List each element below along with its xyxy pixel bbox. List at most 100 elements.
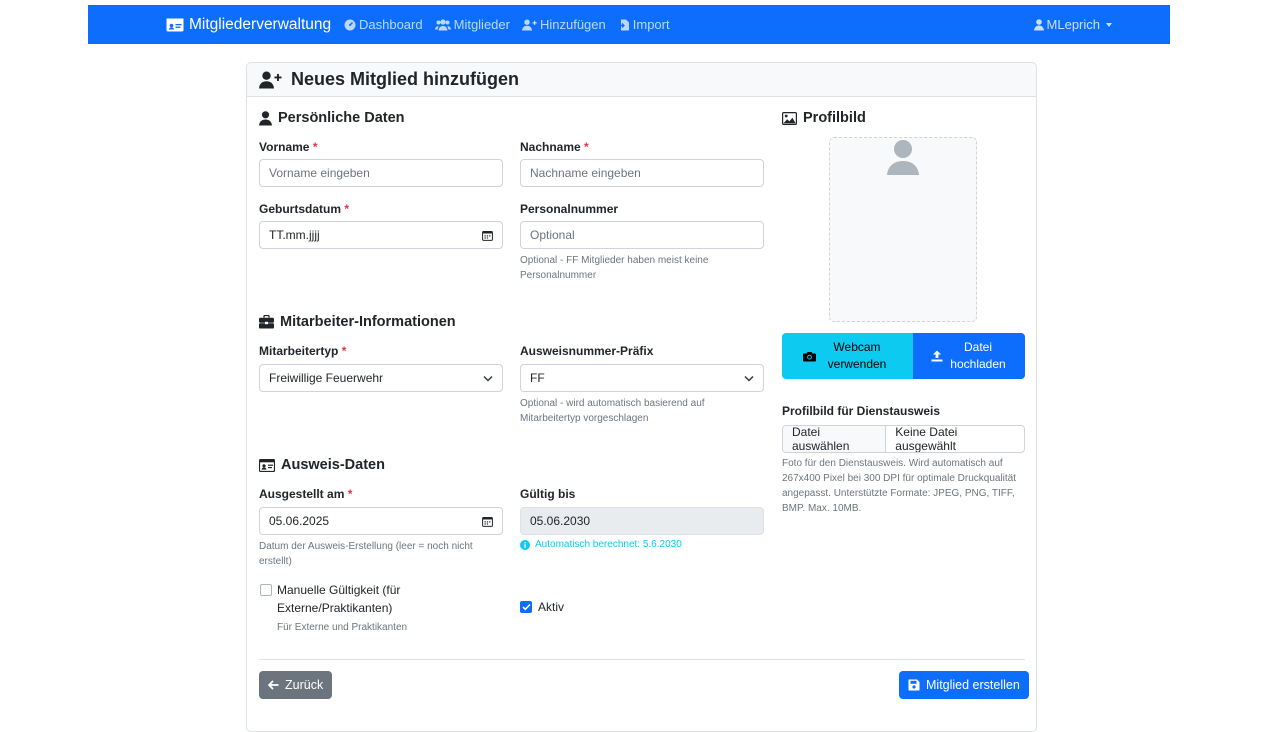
required-mark: * bbox=[341, 344, 347, 358]
required-mark: * bbox=[312, 140, 318, 154]
upload-button[interactable]: Datei hochladen bbox=[913, 333, 1025, 379]
prefix-label: Ausweisnummer-Präfix bbox=[520, 344, 653, 358]
user-name: MLeprich bbox=[1046, 17, 1100, 32]
nav-links: Dashboard Mitglieder Hinzufügen Import bbox=[344, 5, 670, 44]
personnel-no-field[interactable]: Optional bbox=[520, 221, 764, 249]
gauge-icon bbox=[344, 19, 356, 30]
birthdate-value: TT.mm.jjjj bbox=[269, 228, 320, 242]
employee-type-label-text: Mitarbeitertyp bbox=[259, 344, 339, 358]
prefix-help: Optional - wird automatisch basierend au… bbox=[520, 398, 705, 424]
valid-until-value: 05.06.2030 bbox=[530, 514, 591, 528]
employee-type-label: Mitarbeitertyp * bbox=[259, 344, 346, 358]
valid-until-info-text: Automatisch berechnet: 5.6.2030 bbox=[535, 539, 682, 550]
file-status: Keine Datei ausgewählt bbox=[895, 425, 958, 453]
personnel-no-help: Optional - FF Mitglieder haben meist kei… bbox=[520, 255, 709, 281]
page-title: Neues Mitglied hinzufügen bbox=[291, 69, 519, 89]
id-card-icon bbox=[259, 458, 275, 472]
issued-date-field[interactable]: 05.06.2025 bbox=[259, 507, 503, 535]
last-name-label: Nachname * bbox=[520, 140, 589, 154]
nav-add-label: Hinzufügen bbox=[539, 17, 606, 32]
last-name-placeholder: Nachname eingeben bbox=[530, 166, 641, 180]
profile-photo-preview bbox=[829, 137, 977, 322]
chevron-down-icon bbox=[1106, 22, 1112, 27]
section-profile-title: Profilbild bbox=[782, 110, 866, 126]
nav-add[interactable]: Hinzufügen bbox=[521, 17, 606, 32]
back-button-label: Zurück bbox=[285, 678, 324, 692]
nav-dashboard[interactable]: Dashboard bbox=[344, 17, 423, 32]
manual-validity-checkbox[interactable] bbox=[260, 584, 272, 596]
profile-help: Foto für den Dienstausweis. Wird automat… bbox=[782, 458, 1017, 514]
employee-type-select[interactable]: Freiwillige Feuerwehr bbox=[259, 364, 503, 392]
last-name-label-text: Nachname bbox=[520, 140, 581, 154]
personnel-no-label: Personalnummer bbox=[520, 202, 618, 216]
profile-file-label: Profilbild für Dienstausweis bbox=[782, 404, 941, 418]
manual-validity-label[interactable]: Manuelle Gültigkeit (für Externe/Praktik… bbox=[277, 581, 452, 617]
section-employee-title: Mitarbeiter-Informationen bbox=[259, 314, 456, 330]
photo-source-buttons: Webcam verwenden Datei hochladen bbox=[782, 333, 1025, 379]
birthdate-label-text: Geburtsdatum bbox=[259, 202, 342, 216]
active-label[interactable]: Aktiv bbox=[538, 598, 564, 616]
manual-validity-help: Für Externe und Praktikanten bbox=[277, 622, 408, 633]
user-icon bbox=[259, 110, 272, 125]
user-icon bbox=[1033, 18, 1044, 30]
personnel-no-placeholder: Optional bbox=[530, 228, 575, 242]
image-icon bbox=[782, 111, 797, 125]
id-card-icon bbox=[166, 18, 184, 31]
required-mark: * bbox=[344, 202, 350, 216]
camera-icon bbox=[803, 351, 816, 361]
section-personal-title: Persönliche Daten bbox=[259, 110, 405, 126]
navbar-brand[interactable]: Mitgliederverwaltung bbox=[166, 5, 331, 44]
create-member-button[interactable]: Mitglied erstellen bbox=[899, 671, 1029, 699]
choose-file-button[interactable]: Datei auswählen bbox=[783, 426, 887, 452]
valid-until-label-text: Gültig bis bbox=[520, 487, 576, 501]
valid-until-field: 05.06.2030 bbox=[520, 507, 764, 535]
back-button[interactable]: Zurück bbox=[259, 671, 333, 699]
upload-icon bbox=[931, 350, 943, 362]
checkmark-icon bbox=[521, 603, 531, 611]
section-employee-label: Mitarbeiter-Informationen bbox=[280, 314, 456, 330]
nav-members[interactable]: Mitglieder bbox=[434, 17, 510, 32]
last-name-field[interactable]: Nachname eingeben bbox=[520, 159, 764, 187]
user-menu[interactable]: MLeprich bbox=[1033, 5, 1112, 44]
calendar-icon[interactable] bbox=[482, 516, 493, 527]
add-member-card: Neues Mitglied hinzufügen Persönliche Da… bbox=[246, 62, 1037, 732]
chevron-down-icon bbox=[744, 375, 754, 382]
info-circle-icon bbox=[520, 539, 530, 550]
user-plus-icon bbox=[521, 19, 537, 30]
webcam-button[interactable]: Webcam verwenden bbox=[782, 333, 913, 379]
section-profile-label: Profilbild bbox=[803, 110, 866, 126]
footer-divider bbox=[259, 659, 1025, 660]
prefix-select[interactable]: FF bbox=[520, 364, 764, 392]
navbar: Mitgliederverwaltung Dashboard Mitgliede… bbox=[88, 5, 1170, 44]
calendar-icon[interactable] bbox=[482, 230, 493, 241]
file-import-icon bbox=[617, 19, 629, 30]
active-checkbox[interactable] bbox=[520, 601, 532, 613]
birthdate-label: Geburtsdatum * bbox=[259, 202, 349, 216]
issued-label-text: Ausgestellt am bbox=[259, 487, 345, 501]
required-mark: * bbox=[347, 487, 353, 501]
first-name-placeholder: Vorname eingeben bbox=[269, 166, 370, 180]
first-name-field[interactable]: Vorname eingeben bbox=[259, 159, 503, 187]
webcam-button-label: Webcam verwenden bbox=[827, 340, 887, 371]
prefix-label-text: Ausweisnummer-Präfix bbox=[520, 344, 654, 358]
section-personal-label: Persönliche Daten bbox=[278, 110, 405, 126]
personnel-no-label-text: Personalnummer bbox=[520, 202, 619, 216]
upload-button-label: Datei hochladen bbox=[950, 340, 1006, 371]
user-placeholder-icon bbox=[887, 140, 919, 175]
brand-label: Mitgliederverwaltung bbox=[189, 15, 332, 33]
nav-import[interactable]: Import bbox=[617, 17, 670, 32]
users-icon bbox=[434, 18, 451, 30]
profile-file-input[interactable]: Datei auswählen Keine Datei ausgewählt bbox=[782, 425, 1025, 453]
webcam-button-content: Webcam verwenden bbox=[803, 339, 892, 373]
prefix-value: FF bbox=[530, 371, 545, 385]
arrow-left-icon bbox=[268, 680, 279, 690]
employee-type-value: Freiwillige Feuerwehr bbox=[269, 371, 384, 385]
nav-members-label: Mitglieder bbox=[453, 17, 510, 32]
issued-date-value: 05.06.2025 bbox=[269, 514, 330, 528]
section-id-card-title: Ausweis-Daten bbox=[259, 457, 385, 473]
birthdate-field[interactable]: TT.mm.jjjj bbox=[259, 221, 503, 249]
nav-dashboard-label: Dashboard bbox=[359, 17, 423, 32]
section-id-card-label: Ausweis-Daten bbox=[281, 457, 385, 473]
chevron-down-icon bbox=[483, 375, 493, 382]
valid-until-info: Automatisch berechnet: 5.6.2030 bbox=[520, 539, 682, 550]
